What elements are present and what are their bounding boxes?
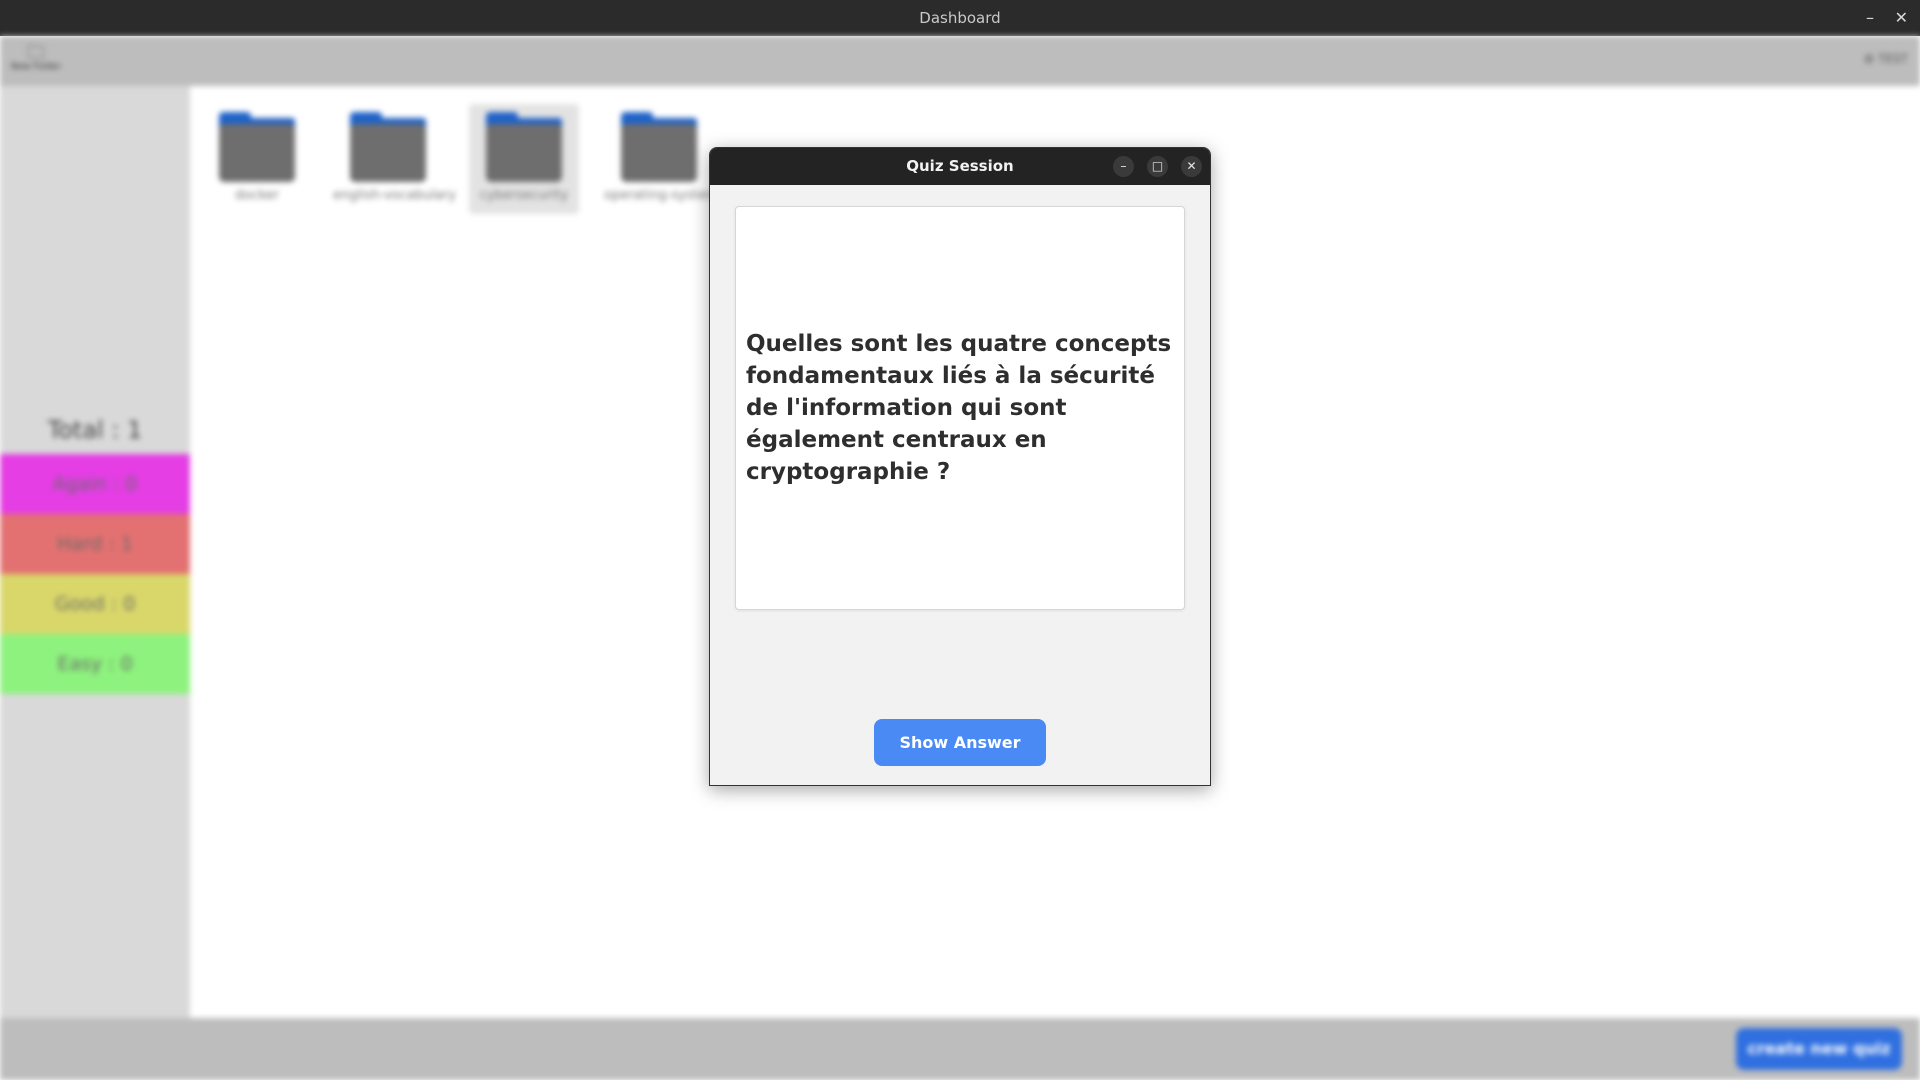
good-stat: Good : 0 — [0, 574, 190, 634]
dialog-maximize-button[interactable]: □ — [1147, 156, 1168, 177]
folder-icon — [621, 112, 697, 182]
window-title: Dashboard — [919, 9, 1001, 27]
folder-docker[interactable]: docker — [202, 104, 312, 214]
folder-operating-system[interactable]: operating-system — [604, 104, 719, 214]
again-stat: Again : 0 — [0, 454, 190, 514]
hard-stat: Hard : 1 — [0, 514, 190, 574]
bottom-bar: create new quiz — [0, 1018, 1920, 1080]
dialog-minimize-button[interactable]: – — [1113, 156, 1134, 177]
new-folder-icon: 🗀 — [27, 42, 45, 63]
question-card: Quelles sont les quatre concepts fondame… — [735, 206, 1185, 610]
folder-name: cybersecurity — [479, 188, 569, 203]
folder-cybersecurity[interactable]: cybersecurity — [469, 104, 579, 214]
folder-name: docker — [235, 188, 279, 203]
folder-icon — [486, 112, 562, 182]
user-button[interactable]: ⚙ TEST — [1864, 52, 1908, 66]
folder-icon — [219, 112, 295, 182]
stats-sidebar: Total : 1 Again : 0 Hard : 1 Good : 0 Ea… — [0, 86, 190, 1018]
new-folder-button[interactable]: 🗀 New Folder — [8, 44, 64, 80]
folder-english-vocabulary[interactable]: english-vocabulary — [333, 104, 456, 214]
dialog-close-button[interactable]: ✕ — [1181, 156, 1202, 177]
create-new-quiz-button[interactable]: create new quiz — [1736, 1028, 1902, 1070]
window-close-button[interactable]: ✕ — [1895, 0, 1908, 36]
toolbar: 🗀 New Folder ⚙ TEST — [0, 36, 1920, 86]
dialog-titlebar: Quiz Session – □ ✕ — [710, 148, 1210, 185]
window-titlebar: Dashboard – ✕ — [0, 0, 1920, 36]
quiz-session-dialog: Quiz Session – □ ✕ Quelles sont les quat… — [709, 147, 1211, 786]
folder-name: operating-system — [604, 188, 719, 203]
easy-stat: Easy : 0 — [0, 634, 190, 694]
window-minimize-button[interactable]: – — [1866, 0, 1874, 36]
total-count: Total : 1 — [47, 416, 143, 444]
new-folder-label: New Folder — [10, 62, 62, 72]
dialog-title: Quiz Session — [906, 157, 1014, 175]
question-text: Quelles sont les quatre concepts fondame… — [746, 331, 1172, 485]
folder-icon — [350, 112, 426, 182]
show-answer-button[interactable]: Show Answer — [874, 719, 1046, 766]
folder-name: english-vocabulary — [333, 188, 456, 203]
